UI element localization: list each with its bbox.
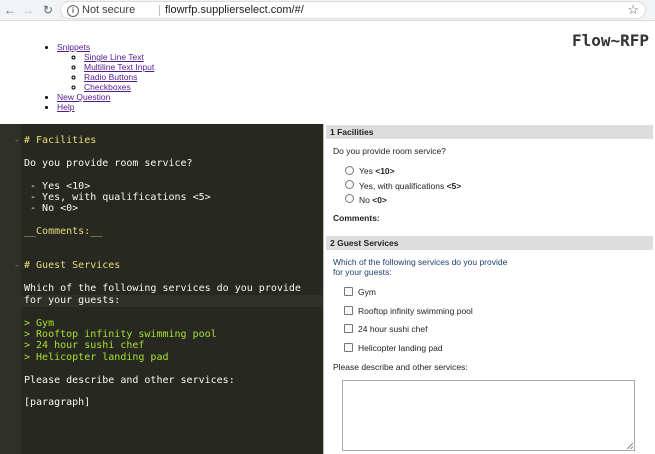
main-menu: Snippets Single Line Text Multiline Text… — [0, 42, 154, 112]
url-text[interactable]: flowrfp.supplierselect.com/#/ — [165, 4, 304, 16]
snippet-checkboxes-link[interactable]: Checkboxes — [84, 82, 131, 92]
code-line[interactable]: for your guests: — [24, 295, 120, 306]
checkbox-sushi-chef[interactable] — [344, 324, 353, 333]
describe-services-label: Please describe and other services: — [333, 362, 468, 372]
checkbox-label-gym: Gym — [358, 287, 376, 297]
code-line[interactable]: - Yes, with qualifications <5> — [24, 192, 211, 203]
code-line[interactable]: # Facilities — [24, 135, 96, 146]
question-room-service: Do you provide room service? — [333, 146, 446, 156]
app-logo: Flow~RFP — [571, 31, 649, 50]
snippet-single-line-text-link[interactable]: Single Line Text — [84, 52, 144, 62]
checkbox-rooftop-pool[interactable] — [344, 306, 353, 315]
comments-label: Comments: — [333, 213, 380, 223]
option-text: Yes — [359, 166, 376, 176]
code-line[interactable]: > Rooftop infinity swimming pool — [24, 329, 217, 340]
snippet-multiline-text-input-link[interactable]: Multiline Text Input — [84, 62, 154, 72]
code-line[interactable]: # Guest Services — [24, 260, 120, 271]
snippet-radio-buttons-link[interactable]: Radio Buttons — [84, 72, 137, 82]
radio-yes-with-qualifications[interactable] — [345, 180, 354, 189]
markdown-editor[interactable]: - - # Facilities Do you provide room ser… — [0, 124, 323, 454]
code-line[interactable]: - Yes <10> — [24, 181, 90, 192]
code-line[interactable]: [paragraph] — [24, 397, 90, 408]
code-line[interactable]: > Helicopter landing pad — [24, 352, 169, 363]
code-line[interactable]: __Comments:__ — [24, 226, 102, 237]
checkbox-helicopter-pad[interactable] — [344, 343, 353, 352]
bookmark-star-icon[interactable]: ☆ — [627, 2, 639, 18]
option-score: <5> — [446, 181, 462, 191]
form-preview: 1 Facilities Do you provide room service… — [323, 124, 655, 454]
section-header-guest-services: 2 Guest Services — [326, 236, 653, 250]
code-line[interactable]: - No <0> — [24, 203, 78, 214]
new-question-link[interactable]: New Question — [57, 92, 110, 102]
snippet-item: Radio Buttons — [84, 72, 154, 82]
radio-label-no: No <0> — [359, 195, 387, 205]
option-score: <0> — [372, 195, 387, 205]
address-bar[interactable]: i Not secure flowrfp.supplierselect.com/… — [60, 1, 646, 19]
security-status[interactable]: Not secure — [82, 4, 135, 16]
browser-toolbar: ← → ↻ i Not secure flowrfp.supplierselec… — [0, 0, 655, 21]
option-score: <10> — [375, 166, 395, 176]
menu-item-help: Help — [57, 102, 154, 112]
snippets-link[interactable]: Snippets — [57, 42, 90, 52]
code-line[interactable]: Which of the following services do you p… — [24, 283, 301, 294]
checkbox-gym[interactable] — [344, 287, 353, 296]
option-text: Yes, with qualifications — [359, 181, 447, 191]
other-services-textarea[interactable] — [342, 380, 635, 451]
snippet-item: Single Line Text — [84, 52, 154, 62]
checkbox-label-helicopter-pad: Helicopter landing pad — [358, 343, 443, 353]
radio-label-yes: Yes <10> — [359, 166, 395, 176]
back-arrow-icon[interactable]: ← — [2, 2, 18, 18]
radio-label-yes-with-qualifications: Yes, with qualifications <5> — [359, 181, 461, 191]
section-header-facilities: 1 Facilities — [326, 125, 653, 139]
forward-arrow-icon[interactable]: → — [20, 2, 36, 18]
code-line[interactable]: > Gym — [24, 318, 54, 329]
editor-gutter: - - — [0, 124, 21, 454]
checkbox-label-sushi-chef: 24 hour sushi chef — [358, 324, 428, 334]
checkbox-label-rooftop-pool: Rooftop infinity swimming pool — [358, 306, 473, 316]
question-guest-services-line1: Which of the following services do you p… — [333, 257, 508, 267]
snippet-item: Multiline Text Input — [84, 62, 154, 72]
info-icon[interactable]: i — [67, 5, 79, 17]
reload-icon[interactable]: ↻ — [40, 2, 56, 18]
radio-yes[interactable] — [345, 166, 354, 175]
fold-marker-icon[interactable]: - — [14, 136, 19, 146]
menu-item-snippets: Snippets Single Line Text Multiline Text… — [57, 42, 154, 92]
snippet-item: Checkboxes — [84, 82, 154, 92]
menu-item-new-question: New Question — [57, 92, 154, 102]
fold-marker-icon[interactable]: - — [14, 261, 19, 271]
code-line[interactable]: > 24 hour sushi chef — [24, 340, 144, 351]
help-link[interactable]: Help — [57, 102, 74, 112]
address-divider — [159, 5, 160, 16]
code-line[interactable]: Please describe and other services: — [24, 375, 235, 386]
editor-code[interactable]: # Facilities Do you provide room service… — [24, 135, 301, 409]
resize-grip-icon[interactable] — [627, 443, 633, 449]
code-line[interactable]: Do you provide room service? — [24, 158, 193, 169]
question-guest-services-line2: for your guests: — [333, 267, 392, 277]
radio-no[interactable] — [345, 194, 354, 203]
option-text: No — [359, 195, 373, 205]
